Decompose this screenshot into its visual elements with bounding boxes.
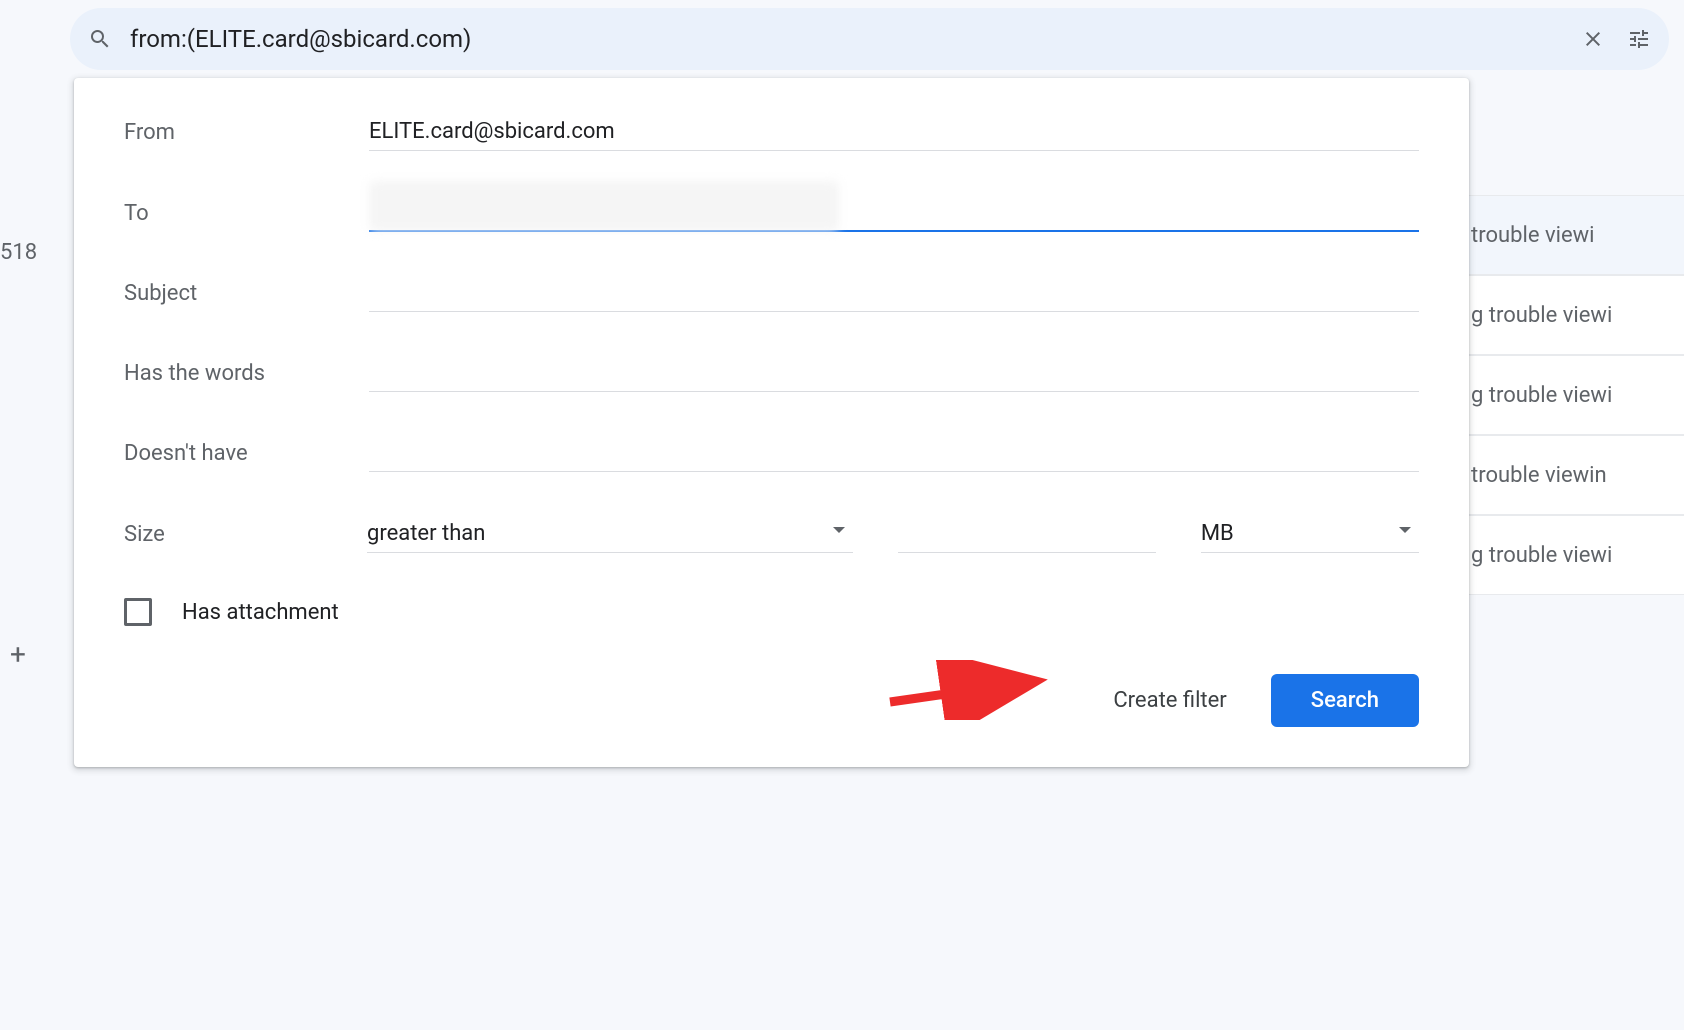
clear-icon[interactable]: [1581, 27, 1605, 51]
search-button[interactable]: Search: [1271, 674, 1419, 727]
email-row[interactable]: g trouble viewi: [1465, 355, 1684, 435]
email-row[interactable]: g trouble viewi: [1465, 515, 1684, 595]
plus-icon[interactable]: +: [0, 638, 36, 671]
size-operator-select[interactable]: greater than: [367, 515, 853, 553]
search-bar: [70, 8, 1669, 70]
has-attachment-label: Has attachment: [182, 600, 339, 625]
chevron-down-icon: [1399, 527, 1411, 533]
subject-input[interactable]: [369, 274, 1419, 312]
partial-number: 518: [0, 240, 37, 265]
doesnt-have-label: Doesn't have: [124, 441, 369, 472]
size-unit-select[interactable]: MB: [1201, 515, 1419, 553]
email-row[interactable]: g trouble viewi: [1465, 275, 1684, 355]
email-row[interactable]: trouble viewi: [1465, 195, 1684, 275]
search-options-icon[interactable]: [1627, 27, 1651, 51]
chevron-down-icon: [833, 527, 845, 533]
search-icon[interactable]: [88, 27, 112, 51]
from-label: From: [124, 120, 369, 151]
search-filter-panel: From To Subject Has the words Doesn't ha…: [74, 78, 1469, 767]
size-value-input[interactable]: [898, 514, 1156, 553]
redacted-content: [369, 181, 839, 231]
doesnt-have-input[interactable]: [369, 434, 1419, 472]
size-operator-value: greater than: [367, 515, 853, 553]
subject-label: Subject: [124, 281, 369, 312]
has-attachment-checkbox[interactable]: [124, 598, 152, 626]
has-words-input[interactable]: [369, 354, 1419, 392]
email-list-partial: trouble viewi g trouble viewi g trouble …: [1465, 195, 1684, 595]
search-input[interactable]: [130, 25, 1559, 53]
size-label: Size: [124, 522, 367, 553]
to-label: To: [124, 201, 369, 232]
has-words-label: Has the words: [124, 361, 369, 392]
size-unit-value: MB: [1201, 515, 1419, 553]
email-row[interactable]: trouble viewin: [1465, 435, 1684, 515]
create-filter-button[interactable]: Create filter: [1109, 678, 1230, 723]
from-input[interactable]: [369, 113, 1419, 151]
